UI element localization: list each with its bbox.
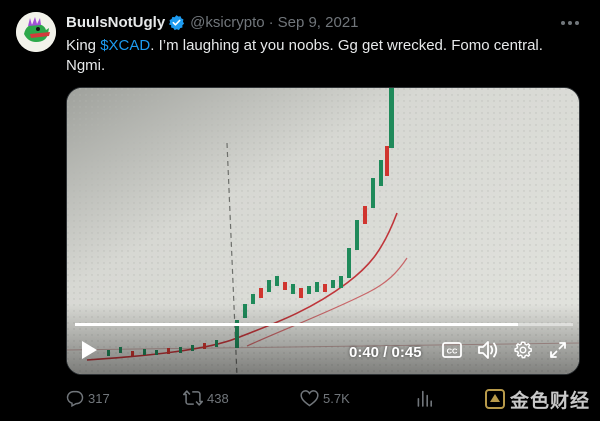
video-time: 0:40 / 0:45: [349, 344, 422, 361]
volume-icon[interactable]: [475, 336, 501, 364]
like-count: 5.7K: [323, 390, 350, 406]
video-progress-fill: [75, 323, 518, 326]
like-icon: [300, 390, 319, 407]
reply-button[interactable]: 317: [66, 386, 110, 410]
watermark: 金色财经: [484, 387, 591, 412]
more-icon[interactable]: [559, 14, 581, 32]
reply-count: 317: [88, 390, 110, 406]
fullscreen-icon[interactable]: [545, 336, 571, 364]
captions-icon[interactable]: CC: [439, 336, 465, 364]
watermark-logo-icon: [485, 389, 505, 409]
header-separator: ·: [268, 13, 274, 31]
video-progress-bar[interactable]: [75, 323, 573, 326]
video-frame: [67, 88, 579, 374]
verified-badge-icon: [168, 14, 185, 31]
svg-text:CC: CC: [447, 347, 458, 356]
tweet-text-part: King: [66, 37, 101, 54]
views-icon: [417, 390, 432, 407]
like-button[interactable]: 5.7K: [300, 386, 350, 410]
retweet-count: 438: [207, 390, 229, 406]
retweet-icon: [183, 390, 203, 406]
tweet-date[interactable]: Sep 9, 2021: [278, 14, 359, 31]
tweet-text: King $XCAD. I’m laughing at you noobs. G…: [66, 36, 576, 76]
cashtag-link[interactable]: $XCAD: [100, 37, 150, 54]
author-handle[interactable]: @ksicrypto: [190, 14, 264, 31]
video-current-time: 0:40: [349, 344, 380, 361]
video-duration: 0:45: [391, 344, 422, 361]
views-button[interactable]: [416, 386, 432, 410]
tweet-header: BuulsNotUgly @ksicrypto · Sep 9, 2021: [66, 12, 359, 32]
tweet: BuulsNotUgly @ksicrypto · Sep 9, 2021 Ki…: [0, 0, 600, 421]
watermark-text: 金色财经: [510, 390, 591, 412]
video-player[interactable]: 0:40 / 0:45 CC: [66, 87, 580, 375]
avatar[interactable]: [16, 12, 56, 52]
video-time-separator: /: [379, 344, 392, 361]
avatar-image: [16, 12, 56, 52]
author-display-name[interactable]: BuulsNotUgly: [66, 14, 165, 31]
retweet-button[interactable]: 438: [183, 386, 229, 410]
reply-icon: [66, 390, 84, 407]
play-icon[interactable]: [75, 336, 103, 364]
settings-icon[interactable]: [510, 336, 536, 364]
